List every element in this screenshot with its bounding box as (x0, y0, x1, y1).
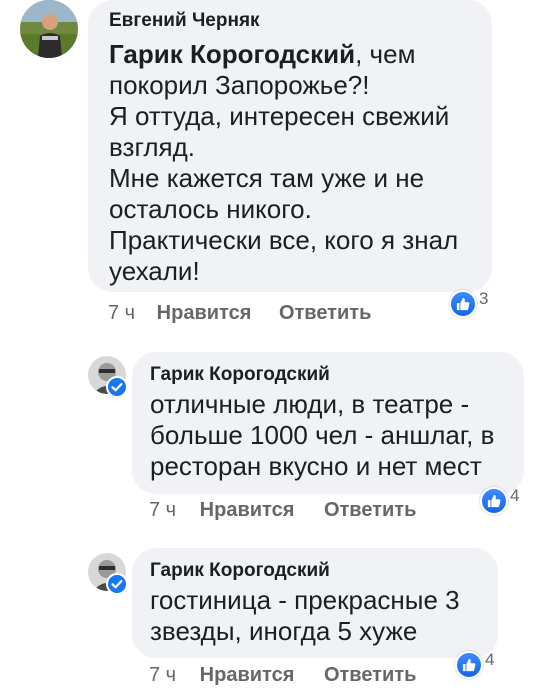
comment-actions: 7 ч Нравится Ответить (149, 499, 416, 522)
like-button[interactable]: Нравится (157, 302, 252, 325)
comment-bubble: Гарик Корогодский отличные люди, в театр… (132, 352, 524, 494)
comment-author[interactable]: Евгений Черняк (109, 9, 472, 33)
reaction-summary[interactable]: 4 (455, 650, 495, 679)
comment-text-line: уехали! (109, 256, 200, 286)
comment-time[interactable]: 7 ч (108, 302, 135, 325)
comment-text-line: Гарик Корогодский, чем (109, 39, 472, 70)
like-button[interactable]: Нравится (200, 499, 295, 522)
comment-bubble: Гарик Корогодский гостиница - прекрасные… (132, 548, 498, 658)
comment-text-line: Я оттуда, интересен свежий (109, 101, 450, 131)
like-icon (455, 651, 483, 679)
reaction-count: 4 (510, 486, 520, 505)
reply-button[interactable]: Ответить (279, 302, 371, 325)
comment-text-line: осталось никого. (109, 194, 312, 224)
comment-text-fragment: , чем (355, 39, 416, 69)
reaction-count: 3 (479, 289, 489, 308)
comment-text-line: Практически все, кого я знал (109, 225, 459, 255)
reaction-count: 4 (485, 650, 495, 669)
comment-text-line: взгляд. (109, 132, 195, 162)
reply-button[interactable]: Ответить (324, 499, 416, 522)
comment-text-line: покорил Запорожье?! (109, 70, 370, 100)
comment-text-line: больше 1000 чел - аншлаг, в (150, 420, 495, 450)
comment-time[interactable]: 7 ч (149, 664, 176, 687)
comment-author[interactable]: Гарик Корогодский (150, 363, 506, 387)
avatar-evgeniy[interactable] (20, 0, 78, 58)
comment-time[interactable]: 7 ч (149, 499, 176, 522)
like-icon (480, 487, 508, 515)
verified-badge-icon (106, 376, 128, 398)
comment-text: отличные люди, в театре - больше 1000 че… (150, 389, 506, 482)
verified-badge-icon (106, 573, 128, 595)
like-button[interactable]: Нравится (200, 664, 295, 687)
comment-text-line: отличные люди, в театре - (150, 389, 470, 419)
comment-text-line: гостиница - прекрасные 3 (150, 585, 460, 615)
comment-text-line: Мне кажется там уже и не (109, 163, 425, 193)
mention-link[interactable]: Гарик Корогодский (109, 39, 355, 69)
reaction-summary[interactable]: 3 (449, 289, 489, 318)
comment-text-line: ресторан вкусно и нет мест (150, 451, 482, 481)
comment-text: Гарик Корогодский, чем покорил Запорожье… (109, 39, 472, 287)
reply-button[interactable]: Ответить (324, 664, 416, 687)
comment-text-line: звезды, иногда 5 хуже (150, 616, 418, 646)
comment-actions: 7 ч Нравится Ответить (149, 664, 416, 687)
comment-actions: 7 ч Нравится Ответить (108, 302, 371, 325)
like-icon (449, 290, 477, 318)
comment-author[interactable]: Гарик Корогодский (150, 559, 480, 583)
comment-bubble: Евгений Черняк Гарик Корогодский, чем по… (88, 0, 492, 292)
avatar-photo (20, 0, 78, 58)
reaction-summary[interactable]: 4 (480, 486, 520, 515)
comment-text: гостиница - прекрасные 3 звезды, иногда … (150, 585, 480, 647)
